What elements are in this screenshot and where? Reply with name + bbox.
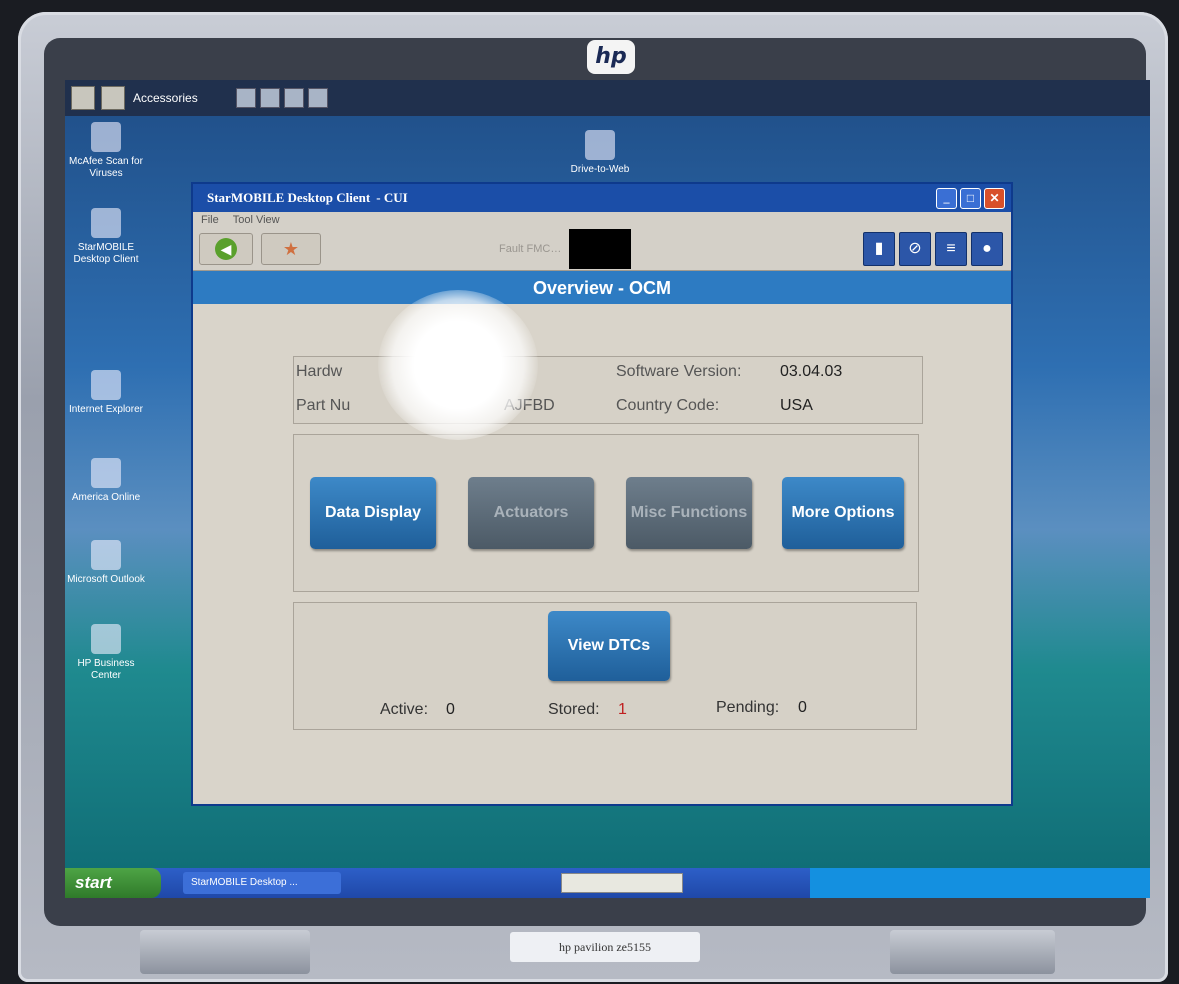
- part-value: AJFBD: [504, 397, 555, 414]
- hp-logo: hp: [587, 40, 635, 74]
- info-panel: Hardw Part Nu AJFBD Software Version: 03…: [293, 356, 923, 424]
- maximize-button[interactable]: □: [960, 187, 981, 209]
- desktop-icon-label: StarMOBILE Desktop Client: [73, 242, 139, 265]
- desktop-icon-hp-business[interactable]: HP Business Center: [67, 624, 145, 682]
- active-label: Active:: [380, 701, 429, 718]
- pending-value: 0: [798, 699, 807, 716]
- window-title-suffix: - CUI: [376, 190, 408, 205]
- actuators-button[interactable]: Actuators: [468, 477, 594, 549]
- software-value: 03.04.03: [780, 363, 843, 380]
- data-display-button[interactable]: Data Display: [310, 477, 436, 549]
- desktop-icon-starmobile[interactable]: StarMOBILE Desktop Client: [67, 208, 145, 266]
- country-value: USA: [780, 397, 813, 414]
- address-bar[interactable]: [561, 873, 683, 893]
- folder-icon[interactable]: [71, 86, 95, 110]
- hp-business-icon: [91, 624, 121, 654]
- plug-icon[interactable]: ●: [971, 232, 1003, 266]
- desktop-icon-label: McAfee Scan for Viruses: [69, 156, 143, 179]
- internet-explorer-icon: [91, 370, 121, 400]
- misc-functions-button[interactable]: Misc Functions: [626, 477, 752, 549]
- screen-header: Overview - OCM: [193, 271, 1011, 305]
- quicklaunch-icon[interactable]: [307, 88, 328, 108]
- desktop-icon-ie[interactable]: Internet Explorer: [67, 370, 145, 416]
- desktop-toolbar: Accessories: [65, 80, 1150, 116]
- desktop-icon-mcafee[interactable]: McAfee Scan for Viruses: [67, 122, 145, 180]
- battery-icon[interactable]: ▮: [863, 232, 895, 266]
- more-options-button[interactable]: More Options: [782, 477, 904, 549]
- quicklaunch-icon[interactable]: [235, 88, 256, 108]
- hinge-left: [140, 930, 310, 974]
- dtc-panel: View DTCs Active: 0 Stored: 1 Pending: 0: [293, 602, 917, 730]
- globe-icon: [91, 122, 121, 152]
- home-button[interactable]: ★: [261, 233, 321, 265]
- quicklaunch-icon[interactable]: [259, 88, 280, 108]
- view-dtcs-button[interactable]: View DTCs: [548, 611, 670, 681]
- back-arrow-icon: ◀: [215, 238, 237, 260]
- stored-value: 1: [618, 701, 627, 718]
- menu-tool-view[interactable]: Tool View: [233, 214, 280, 226]
- part-label: Part Nu: [296, 397, 351, 414]
- menu-bar: File Tool View: [193, 212, 1011, 228]
- redacted-box: [569, 229, 632, 269]
- camera-icon: [585, 130, 615, 160]
- toolbar-label[interactable]: Accessories: [133, 91, 198, 105]
- content-area: Hardw Part Nu AJFBD Software Version: 03…: [193, 304, 1011, 804]
- desktop-icon-drive-to-web[interactable]: Drive-to-Web: [561, 130, 639, 176]
- stored-label: Stored:: [548, 701, 600, 718]
- window-title: StarMOBILE Desktop Client: [207, 190, 371, 205]
- start-button[interactable]: start: [65, 868, 161, 898]
- folder-icon[interactable]: [101, 86, 125, 110]
- active-value: 0: [446, 701, 455, 718]
- country-label: Country Code:: [616, 397, 720, 414]
- minimize-button[interactable]: _: [936, 187, 957, 209]
- screen: Accessories McAfee Scan for Viruses Star…: [65, 80, 1150, 898]
- desktop-icon-aol[interactable]: America Online: [67, 458, 145, 504]
- app-window: StarMOBILE Desktop Client - CUI _ □ ✕ Fi…: [191, 182, 1013, 806]
- desktop-icon-label: Drive-to-Web: [570, 164, 630, 175]
- network-icon[interactable]: ≡: [935, 232, 967, 266]
- desktop-icon-label: HP Business Center: [77, 658, 135, 681]
- close-button[interactable]: ✕: [984, 187, 1005, 209]
- pending-label: Pending:: [716, 699, 780, 716]
- menu-file[interactable]: File: [201, 214, 219, 226]
- no-connection-icon[interactable]: ⊘: [899, 232, 931, 266]
- model-label: hp pavilion ze5155: [510, 932, 700, 962]
- outlook-icon: [91, 540, 121, 570]
- software-label: Software Version:: [616, 363, 742, 380]
- desktop-icon-label: Internet Explorer: [69, 404, 143, 415]
- desktop-icon-label: America Online: [71, 492, 141, 503]
- functions-panel: Data Display Actuators Misc Functions Mo…: [293, 434, 919, 592]
- title-bar[interactable]: StarMOBILE Desktop Client - CUI _ □ ✕: [193, 184, 1011, 212]
- star-icon: [91, 208, 121, 238]
- system-tray: [810, 868, 1150, 898]
- taskbar-item-starmobile[interactable]: StarMOBILE Desktop ...: [183, 872, 341, 894]
- desktop-icon-outlook[interactable]: Microsoft Outlook: [67, 540, 145, 586]
- app-toolbar: ◀ ★ Fault FMC… ▮ ⊘ ≡ ●: [193, 228, 1011, 271]
- taskbar: start StarMOBILE Desktop ...: [65, 868, 1150, 898]
- quicklaunch-icon[interactable]: [283, 88, 304, 108]
- hardware-label: Hardw: [296, 363, 343, 380]
- hinge-right: [890, 930, 1055, 974]
- desktop-icon-label: Microsoft Outlook: [67, 574, 145, 585]
- back-button[interactable]: ◀: [199, 233, 253, 265]
- toolbar-text: Fault FMC…: [499, 243, 562, 255]
- aol-icon: [91, 458, 121, 488]
